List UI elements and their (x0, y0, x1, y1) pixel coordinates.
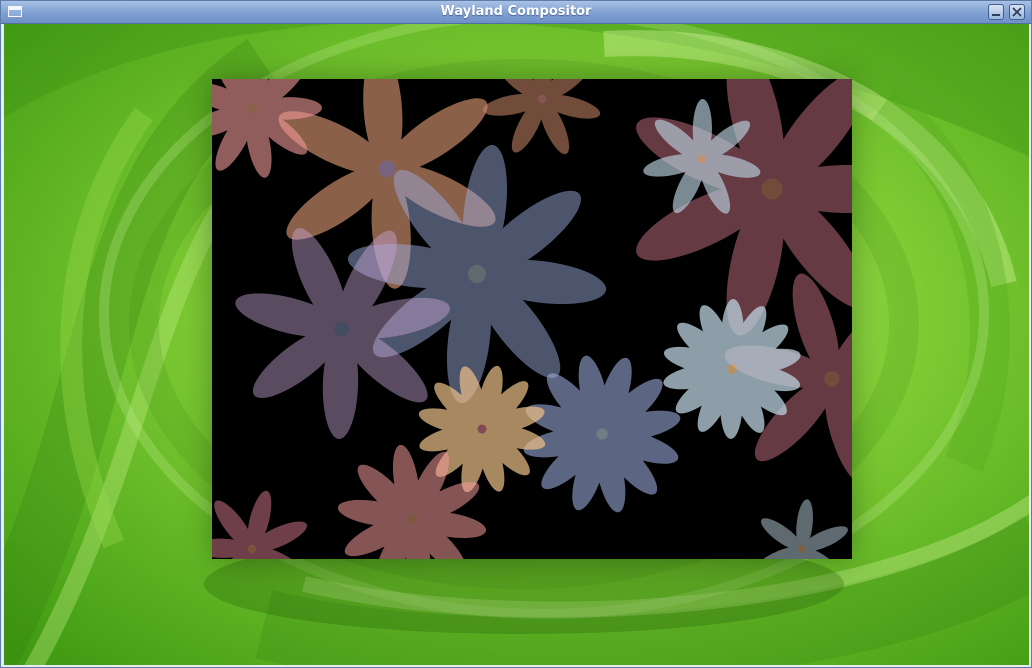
close-icon (1012, 7, 1022, 17)
flowers-canvas (212, 79, 852, 559)
title-bar[interactable]: Wayland Compositor (1, 1, 1031, 24)
minimize-button[interactable] (988, 4, 1004, 20)
compositor-window: Wayland Compositor (0, 0, 1032, 668)
window-title: Wayland Compositor (440, 4, 592, 19)
flower (523, 355, 681, 513)
flower (483, 79, 601, 155)
minimize-icon (992, 14, 1000, 16)
close-button[interactable] (1009, 4, 1025, 20)
flower (212, 490, 307, 559)
flowers-client-window[interactable] (212, 79, 852, 559)
flower (756, 499, 848, 559)
desktop-area[interactable] (4, 24, 1029, 665)
